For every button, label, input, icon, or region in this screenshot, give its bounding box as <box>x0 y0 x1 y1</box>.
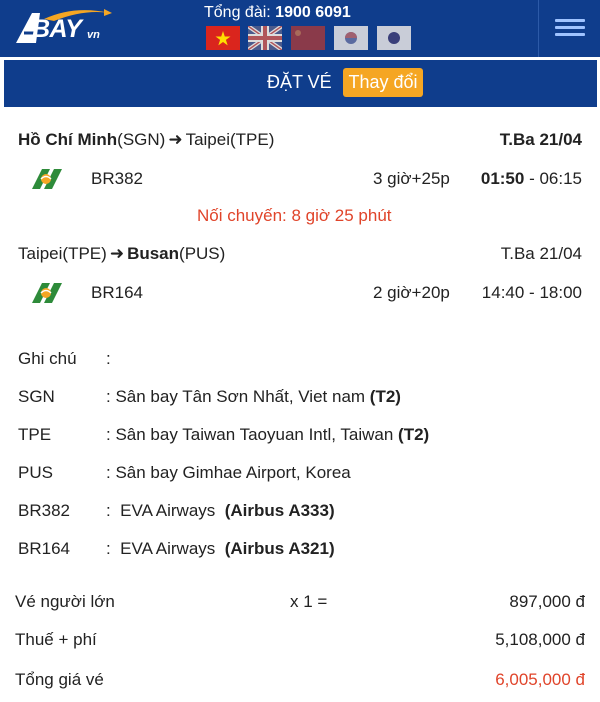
change-button[interactable]: Thay đổi <box>343 68 423 97</box>
eva-air-logo-icon <box>32 283 62 303</box>
leg-1-duration: 3 giờ+25p <box>373 169 450 188</box>
note-text: : EVA Airways (Airbus A333) <box>106 501 335 520</box>
hotline: Tổng đài: 1900 6091 <box>204 4 351 22</box>
note-code: TPE <box>18 425 52 444</box>
hamburger-menu-icon[interactable] <box>538 0 600 57</box>
leg-1-times: 01:50 - 06:15 <box>480 169 582 188</box>
abay-logo[interactable]: BAY vn <box>14 7 112 47</box>
notes-colon: : <box>106 349 111 368</box>
vietnam-flag-icon[interactable] <box>206 26 240 50</box>
note-text: : Sân bay Tân Sơn Nhất, Viet nam (T2) <box>106 387 401 406</box>
total-label: Tổng giá vé <box>15 670 104 689</box>
leg-2-date: T.Ba 21/04 <box>500 244 582 263</box>
leg-2-times: 14:40 - 18:00 <box>481 283 582 302</box>
leg-1-flight-number: BR382 <box>91 169 143 188</box>
booking-bar: ĐẶT VÉ Thay đổi <box>4 60 597 107</box>
uk-flag-icon[interactable] <box>248 26 282 50</box>
logo-text: BAY <box>32 15 82 43</box>
total-price: 6,005,000 đ <box>495 670 585 689</box>
note-code: PUS <box>18 463 53 482</box>
notes-title: Ghi chú <box>18 349 77 368</box>
adult-quantity: x 1 = <box>290 592 328 611</box>
china-flag-icon[interactable] <box>291 26 325 50</box>
note-text: : Sân bay Gimhae Airport, Korea <box>106 463 351 482</box>
leg-2-route: Taipei(TPE) ➜ Busan(PUS) <box>18 244 226 263</box>
leg-2-flight-number: BR164 <box>91 283 143 302</box>
adult-fare-label: Vé người lớn <box>15 592 115 611</box>
note-code: SGN <box>18 387 55 406</box>
logo-suffix: vn <box>87 29 100 41</box>
note-code: BR382 <box>18 501 70 520</box>
adult-fare-price: 897,000 đ <box>509 592 585 611</box>
leg-2-duration: 2 giờ+20p <box>373 283 450 302</box>
note-text: : Sân bay Taiwan Taoyuan Intl, Taiwan (T… <box>106 425 430 444</box>
connection-info: Nối chuyến: 8 giờ 25 phút <box>197 206 392 225</box>
leg-1-date: T.Ba 21/04 <box>499 130 582 149</box>
leg-1-route: Hồ Chí Minh(SGN) ➜ Taipei(TPE) <box>18 130 275 149</box>
booking-title: ĐẶT VÉ <box>267 72 332 92</box>
note-code: BR164 <box>18 539 70 558</box>
tax-fee-label: Thuế + phí <box>15 630 97 649</box>
tax-fee-price: 5,108,000 đ <box>495 630 585 649</box>
hotline-label: Tổng đài: <box>204 4 271 21</box>
japan-flag-icon[interactable] <box>377 26 411 50</box>
note-text: : EVA Airways (Airbus A321) <box>106 539 335 558</box>
hotline-number[interactable]: 1900 6091 <box>275 4 351 21</box>
korea-flag-icon[interactable] <box>334 26 368 50</box>
arrow-right-icon: ➜ <box>168 130 183 149</box>
arrow-right-icon: ➜ <box>109 244 125 263</box>
eva-air-logo-icon <box>32 169 62 189</box>
top-header: BAY vn Tổng đài: 1900 6091 <box>0 0 600 57</box>
